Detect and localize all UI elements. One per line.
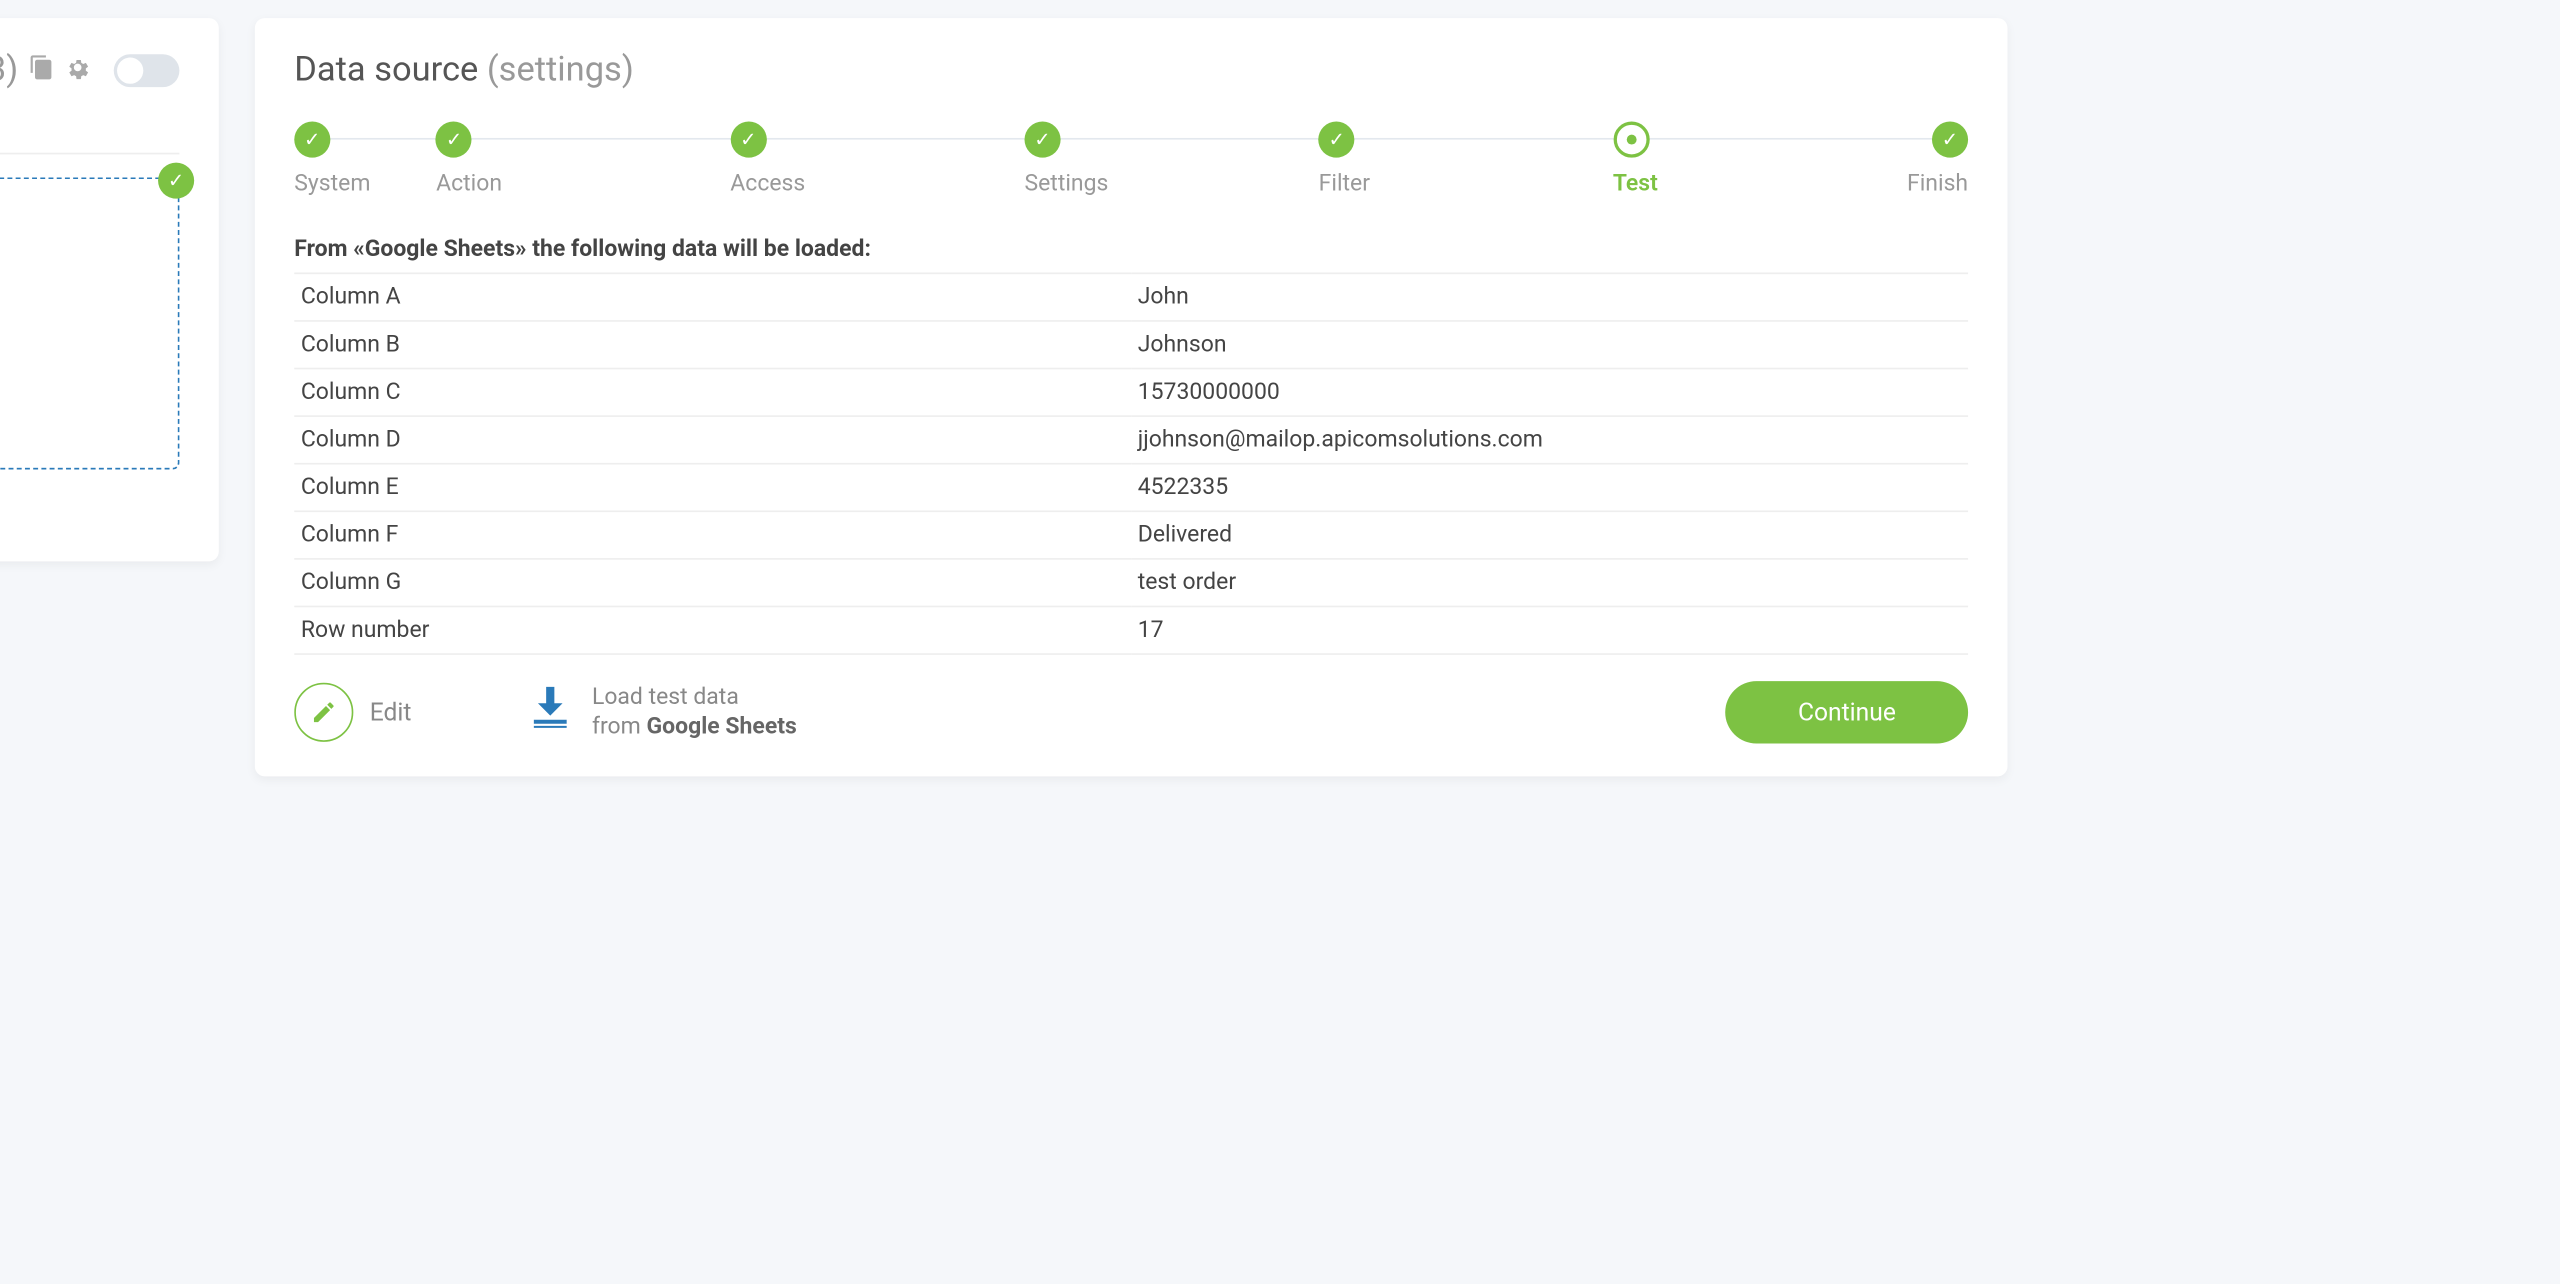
table-row: Column C15730000000 [294, 369, 1968, 417]
ds-row: Testcheck [0, 412, 158, 445]
main-content: ? Settings Google Sheets Help 📹 Video Co… [0, 0, 2060, 1034]
table-cell-key: Column D [294, 416, 1131, 464]
ds-row: SystemGoogle Sheets [0, 248, 158, 281]
table-cell-value: Johnson [1131, 321, 1968, 369]
table-cell-value: John [1131, 273, 1968, 321]
step-label: Access [730, 170, 1024, 196]
ds-row: Filterchange filter [0, 379, 158, 412]
stepper: ✓System✓Action✓Access✓Settings✓FilterTes… [294, 120, 1968, 197]
toggle-switch[interactable] [114, 54, 180, 87]
table-row: Column FDelivered [294, 511, 1968, 559]
data-source-box[interactable]: ✓ 1 DATA SOURCE SystemGoogle SheetsActio… [0, 177, 179, 469]
step-dot: ✓ [1319, 121, 1355, 157]
step-label: Action [436, 170, 730, 196]
step-settings[interactable]: ✓ Settings [1024, 121, 1318, 196]
table-cell-value: jjohnson@mailop.apicomsolutions.com [1131, 416, 1968, 464]
ds-row: ActionGet ROWS (all) [0, 281, 158, 314]
step-dot: ✓ [1932, 121, 1968, 157]
table-cell-key: Column F [294, 511, 1131, 559]
table-cell-key: Column G [294, 559, 1131, 607]
table-cell-value: 17 [1131, 606, 1968, 654]
gear-icon[interactable] [64, 54, 90, 87]
download-icon [526, 682, 575, 743]
continue-button[interactable]: Continue [1726, 681, 1968, 743]
table-cell-key: Column A [294, 273, 1131, 321]
load-test-data-button[interactable]: Load test data from Google Sheets [526, 682, 797, 743]
step-label: Settings [1024, 170, 1318, 196]
ds-settings-subtitle: (settings) [487, 51, 634, 90]
step-finish[interactable]: ✓ Finish [1907, 121, 1968, 196]
table-row: Column Gtest order [294, 559, 1968, 607]
step-label: Filter [1319, 170, 1613, 196]
table-row: Column BJohnson [294, 321, 1968, 369]
check-icon: ✓ [158, 163, 194, 199]
table-cell-key: Row number [294, 606, 1131, 654]
load-line1: Load test data [592, 682, 797, 712]
connection-subtitle: GOOGLE SHEETS [0, 113, 179, 154]
connection-id: (ID: 45683) [0, 51, 18, 90]
table-cell-key: Column C [294, 369, 1131, 417]
step-label: Test [1613, 171, 1907, 197]
pencil-icon [294, 683, 353, 742]
ds-settings-title: Data source [294, 51, 478, 90]
table-cell-value: 4522335 [1131, 464, 1968, 512]
table-cell-key: Column E [294, 464, 1131, 512]
step-filter[interactable]: ✓ Filter [1319, 121, 1613, 196]
step-label: Finish [1907, 170, 1968, 196]
table-cell-value: test order [1131, 559, 1968, 607]
step-dot: ✓ [730, 121, 766, 157]
step-dot: ✓ [294, 121, 330, 157]
table-row: Column E4522335 [294, 464, 1968, 512]
step-test[interactable]: Test [1613, 120, 1907, 197]
data-preview-table: Column AJohnColumn BJohnsonColumn C15730… [294, 273, 1968, 655]
step-access[interactable]: ✓ Access [730, 121, 1024, 196]
step-dot: ✓ [436, 121, 472, 157]
table-row: Column AJohn [294, 273, 1968, 321]
step-action[interactable]: ✓ Action [436, 121, 730, 196]
table-row: Row number17 [294, 606, 1968, 654]
copy-icon[interactable] [28, 54, 54, 87]
data-source-settings-card: Data source (settings) ✓System✓Action✓Ac… [255, 18, 2008, 776]
data-preview-title: From «Google Sheets» the following data … [294, 236, 1968, 262]
table-row: Column Djjohnson@mailop.apicomsolutions.… [294, 416, 1968, 464]
edit-label: Edit [370, 698, 412, 728]
table-cell-value: Delivered [1131, 511, 1968, 559]
step-dot: ✓ [1024, 121, 1060, 157]
step-label: System [294, 170, 370, 196]
step-system[interactable]: ✓ System [294, 121, 436, 196]
connection-card: Connection (ID: 45683) GOOGLE SHEETS ✓ 1… [0, 18, 219, 561]
ds-row: Settingschange settings [0, 346, 158, 379]
edit-button[interactable]: Edit [294, 683, 411, 742]
load-source: Google Sheets [646, 714, 796, 740]
table-cell-value: 15730000000 [1131, 369, 1968, 417]
step-dot [1613, 122, 1649, 158]
ds-row: AccessAndrii Mav [0, 314, 158, 347]
table-cell-key: Column B [294, 321, 1131, 369]
